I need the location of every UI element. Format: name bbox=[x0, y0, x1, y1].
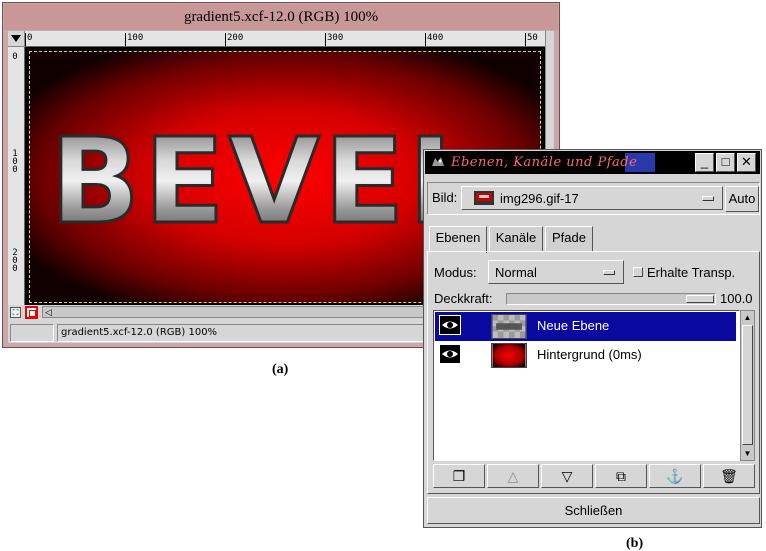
caption-b: (b) bbox=[626, 536, 644, 551]
close-window-button[interactable]: ✕ bbox=[737, 153, 756, 172]
tab-paths[interactable]: Pfade bbox=[545, 226, 593, 251]
keep-transparency-label: Erhalte Transp. bbox=[647, 265, 736, 280]
image-label: Bild: bbox=[432, 190, 458, 205]
horizontal-ruler[interactable]: 0 100 200 300 400 50 bbox=[25, 31, 545, 47]
layer-name: Hintergrund (0ms) bbox=[537, 347, 642, 362]
vertical-ruler[interactable]: 0 1 0 0 2 0 0 bbox=[8, 47, 25, 305]
scroll-up-icon[interactable]: ▲ bbox=[741, 311, 754, 324]
image-window-title[interactable]: gradient5.xcf-12.0 (RGB) 100% bbox=[4, 4, 558, 30]
hruler-label: 300 bbox=[325, 33, 343, 46]
image-select[interactable]: img296.gif-17 bbox=[461, 186, 723, 210]
gimp-wilber-icon bbox=[430, 154, 446, 170]
scroll-left-icon[interactable]: ◁ bbox=[45, 308, 52, 317]
navigate-icon[interactable]: ⛶ bbox=[10, 307, 21, 318]
maximize-button[interactable]: □ bbox=[716, 153, 735, 172]
eye-visibility-icon[interactable] bbox=[439, 315, 461, 335]
auto-button[interactable]: Auto bbox=[725, 186, 759, 212]
anchor-icon[interactable]: ⚓ bbox=[649, 464, 701, 488]
opacity-value: 100.0 bbox=[720, 291, 753, 306]
hruler-label: 400 bbox=[425, 33, 443, 46]
pointer-coords-field bbox=[10, 324, 54, 342]
minimize-button[interactable]: _ bbox=[695, 153, 714, 172]
status-text: gradient5.xcf-12.0 (RGB) 100% bbox=[57, 324, 477, 342]
vruler-label: 0 bbox=[12, 52, 18, 62]
mode-select[interactable]: Normal bbox=[488, 260, 624, 284]
dropdown-indicator-icon bbox=[702, 196, 714, 201]
layer-list: Neue Ebene Hintergrund (0ms) bbox=[433, 310, 740, 461]
layer-name: Neue Ebene bbox=[537, 318, 610, 333]
hruler-label: 100 bbox=[125, 33, 143, 46]
opacity-label: Deckkraft: bbox=[434, 291, 493, 306]
hruler-label: 50 bbox=[525, 33, 538, 46]
scroll-down-icon[interactable]: ▼ bbox=[741, 447, 754, 460]
lower-layer-icon[interactable]: ▽ bbox=[541, 464, 593, 488]
close-button[interactable]: Schließen bbox=[427, 497, 760, 524]
dialog-titlebar[interactable]: Ebenen, Kanäle und Pfade _ □ ✕ bbox=[425, 151, 760, 174]
duplicate-layer-icon[interactable]: ⧉ bbox=[595, 464, 647, 488]
dialog-title: Ebenen, Kanäle und Pfade bbox=[451, 155, 638, 170]
image-thumb-icon bbox=[474, 191, 494, 205]
caption-a: (a) bbox=[272, 362, 289, 377]
tab-channels[interactable]: Kanäle bbox=[489, 226, 543, 251]
vruler-label: 2 0 0 bbox=[12, 248, 18, 274]
vruler-label: 1 0 0 bbox=[12, 149, 18, 175]
keep-transparency-checkbox[interactable] bbox=[633, 267, 643, 277]
hruler-label: 200 bbox=[225, 33, 243, 46]
image-selector-row: Bild: img296.gif-17 Auto bbox=[427, 182, 760, 215]
raise-layer-icon[interactable]: △ bbox=[487, 464, 539, 488]
eye-visibility-icon[interactable] bbox=[439, 344, 461, 364]
mode-select-value: Normal bbox=[495, 265, 537, 280]
hruler-label: 0 bbox=[25, 33, 32, 46]
ruler-menu-button[interactable] bbox=[8, 31, 25, 47]
eye-icon bbox=[442, 350, 458, 358]
eye-icon bbox=[442, 321, 458, 329]
new-layer-icon[interactable]: ❐ bbox=[433, 464, 485, 488]
layer-row[interactable]: Hintergrund (0ms) bbox=[435, 341, 736, 370]
quickmask-toggle-icon[interactable] bbox=[25, 306, 38, 319]
menu-arrow-icon bbox=[11, 35, 21, 42]
dropdown-indicator-icon bbox=[603, 270, 615, 275]
layer-list-scrollbar[interactable]: ▲ ▼ bbox=[740, 310, 755, 461]
opacity-slider-thumb[interactable] bbox=[686, 295, 714, 303]
trash-icon[interactable]: 🗑 bbox=[703, 464, 755, 488]
mode-label: Modus: bbox=[434, 265, 477, 280]
opacity-slider[interactable] bbox=[506, 293, 716, 305]
tab-layers[interactable]: Ebenen bbox=[429, 226, 487, 253]
scrollbar-thumb[interactable] bbox=[742, 325, 753, 445]
layers-dialog: Ebenen, Kanäle und Pfade _ □ ✕ Bild: img… bbox=[423, 149, 762, 528]
bevel-thumbnail bbox=[491, 314, 527, 339]
layer-row[interactable]: Neue Ebene bbox=[435, 312, 736, 341]
image-select-value: img296.gif-17 bbox=[500, 191, 579, 206]
red-gradient-thumbnail bbox=[491, 343, 527, 368]
